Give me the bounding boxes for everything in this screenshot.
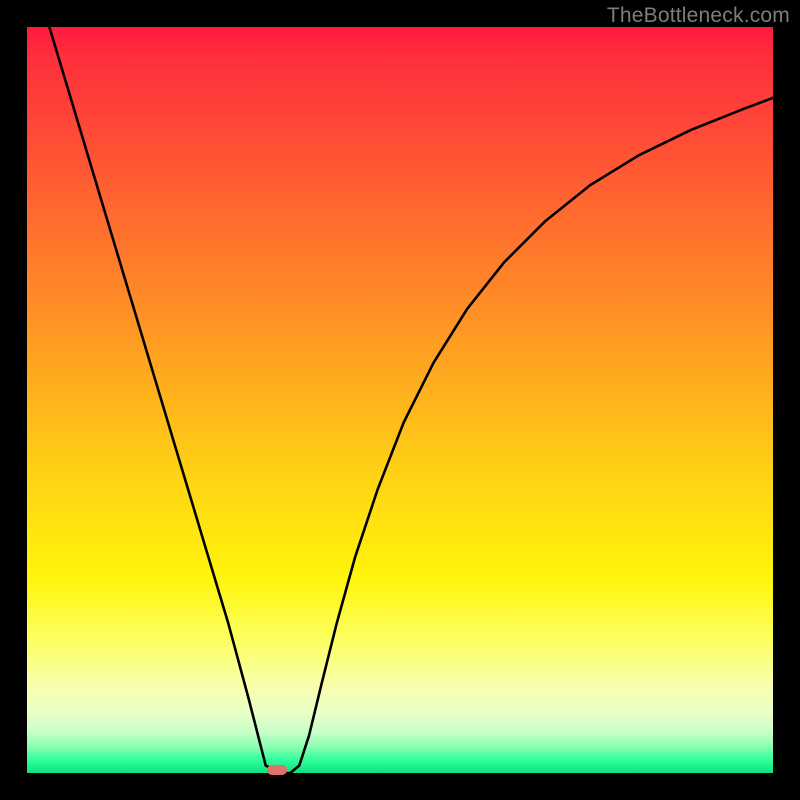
chart-frame: TheBottleneck.com <box>0 0 800 800</box>
curve-svg <box>27 27 773 773</box>
bottleneck-curve <box>49 27 773 773</box>
optimal-marker <box>267 765 287 775</box>
watermark-text: TheBottleneck.com <box>607 4 790 28</box>
plot-area <box>27 27 773 773</box>
